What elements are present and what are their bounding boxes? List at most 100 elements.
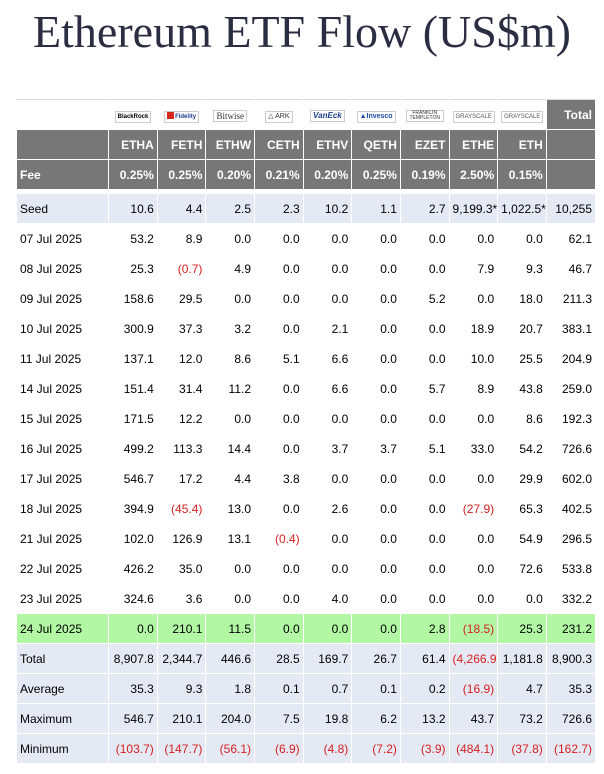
value-cell: 0.0 xyxy=(254,583,304,614)
value-cell: 0.0 xyxy=(302,403,353,434)
value-cell: 53.2 xyxy=(108,223,158,254)
value-cell: 0.0 xyxy=(448,523,499,554)
value-cell: 2.7 xyxy=(399,193,450,224)
table-row: 22 Jul 2025 426.2 35.0 0.0 0.0 0.0 0.0 0.0 0.0 72… xyxy=(15,553,597,584)
ticker-corner xyxy=(15,129,110,160)
value-cell: 0.0 xyxy=(205,223,256,254)
value-cell: 1,181.8 xyxy=(497,643,547,674)
value-cell: 0.0 xyxy=(399,313,450,344)
row-total-cell: 533.8 xyxy=(545,553,597,584)
value-cell: 0.0 xyxy=(351,313,401,344)
table-row: 17 Jul 2025 546.7 17.2 4.4 3.8 0.0 0.0 0.0 0.0 29… xyxy=(15,463,597,494)
value-cell: 9,199.3* xyxy=(448,193,499,224)
value-cell: 0.0 xyxy=(351,613,401,644)
value-cell: 3.8 xyxy=(254,463,304,494)
value-cell: 7.5 xyxy=(254,703,304,734)
row-total-cell: 726.6 xyxy=(545,433,597,464)
value-cell: 426.2 xyxy=(108,553,158,584)
value-cell: 12.0 xyxy=(156,343,207,374)
value-cell: 0.0 xyxy=(351,523,401,554)
summary-row: Maximum 546.7 210.1 204.0 7.5 19.8 6.2 13.2 43.7… xyxy=(15,703,597,734)
value-cell: 0.0 xyxy=(448,223,499,254)
ticker-total-cell xyxy=(545,129,597,160)
table-row: 16 Jul 2025 499.2 113.3 14.4 0.0 3.7 3.7 5.1 33.… xyxy=(15,433,597,464)
value-cell: 31.4 xyxy=(156,373,207,404)
row-total-cell: 46.7 xyxy=(545,253,597,284)
value-cell: 0.0 xyxy=(302,613,353,644)
fidelity-logo: Fidelity xyxy=(164,110,200,123)
value-cell: 17.2 xyxy=(156,463,207,494)
value-cell: 11.2 xyxy=(205,373,256,404)
row-label: 17 Jul 2025 xyxy=(15,463,110,494)
value-cell: 0.0 xyxy=(399,553,450,584)
summary-row: Minimum (103.7) (147.7) (56.1) (6.9) (4.8) (7.… xyxy=(15,733,597,764)
logo-cell: BlackRock xyxy=(108,99,158,130)
corner-cell xyxy=(15,99,110,130)
row-label: Minimum xyxy=(15,733,110,764)
value-cell: (37.8) xyxy=(497,733,547,764)
value-cell: 2.5 xyxy=(205,193,256,224)
fee-total-cell xyxy=(545,159,597,190)
value-cell: 0.0 xyxy=(351,253,401,284)
value-cell: 171.5 xyxy=(108,403,158,434)
value-cell: (6.9) xyxy=(254,733,304,764)
value-cell: (484.1) xyxy=(448,733,499,764)
table-row: 18 Jul 2025 394.9 (45.4) 13.0 0.0 2.6 0.0 0.0 (2… xyxy=(15,493,597,524)
value-cell: 13.2 xyxy=(399,703,450,734)
table-row: 24 Jul 2025 0.0 210.1 11.5 0.0 0.0 0.0 2.8 (18.5… xyxy=(15,613,597,644)
value-cell: 0.0 xyxy=(399,493,450,524)
value-cell: 10.0 xyxy=(448,343,499,374)
value-cell: 3.7 xyxy=(302,433,353,464)
value-cell: 11.5 xyxy=(205,613,256,644)
value-cell: (27.9) xyxy=(448,493,499,524)
value-cell: 0.0 xyxy=(399,523,450,554)
invesco-logo-text: Invesco xyxy=(366,112,393,120)
value-cell: 4.4 xyxy=(205,463,256,494)
row-total-cell: 259.0 xyxy=(545,373,597,404)
value-cell: 5.1 xyxy=(399,433,450,464)
value-cell: 499.2 xyxy=(108,433,158,464)
logo-cell: FRANKLIN TEMPLETON xyxy=(399,99,450,130)
value-cell: 9.3 xyxy=(156,673,207,704)
ticker-cell: ETHV xyxy=(302,129,353,160)
table-row: 11 Jul 2025 137.1 12.0 8.6 5.1 6.6 0.0 0.0 10.0 2… xyxy=(15,343,597,374)
value-cell: 0.0 xyxy=(254,253,304,284)
value-cell: 28.5 xyxy=(254,643,304,674)
ticker-cell: ETHA xyxy=(108,129,158,160)
logo-cell: VanEck xyxy=(302,99,353,130)
value-cell: 0.0 xyxy=(108,613,158,644)
value-cell: 10.2 xyxy=(302,193,353,224)
value-cell: 0.0 xyxy=(205,283,256,314)
row-total-cell: 8,900.3 xyxy=(545,643,597,674)
value-cell: 0.2 xyxy=(399,673,450,704)
row-label: Average xyxy=(15,673,110,704)
value-cell: 10.6 xyxy=(108,193,158,224)
row-label: Total xyxy=(15,643,110,674)
value-cell: 2.6 xyxy=(302,493,353,524)
row-label: 21 Jul 2025 xyxy=(15,523,110,554)
value-cell: 126.9 xyxy=(156,523,207,554)
row-total-cell: 211.3 xyxy=(545,283,597,314)
value-cell: 0.0 xyxy=(254,403,304,434)
value-cell: 43.8 xyxy=(497,373,547,404)
table-row: 07 Jul 2025 53.2 8.9 0.0 0.0 0.0 0.0 0.0 0.0 0.0 6… xyxy=(15,223,597,254)
ticker-cell: CETH xyxy=(254,129,304,160)
value-cell: 9.3 xyxy=(497,253,547,284)
value-cell: 25.5 xyxy=(497,343,547,374)
value-cell: 2.1 xyxy=(302,313,353,344)
table-row: 15 Jul 2025 171.5 12.2 0.0 0.0 0.0 0.0 0.0 0.0 8.… xyxy=(15,403,597,434)
row-label: 15 Jul 2025 xyxy=(15,403,110,434)
logo-row: BlackRock Fidelity Bitwise △ ARK VanEck … xyxy=(15,99,597,130)
value-cell: 8.9 xyxy=(156,223,207,254)
value-cell: 6.6 xyxy=(302,343,353,374)
row-label: 10 Jul 2025 xyxy=(15,313,110,344)
value-cell: 5.2 xyxy=(399,283,450,314)
value-cell: 72.6 xyxy=(497,553,547,584)
value-cell: 0.0 xyxy=(399,343,450,374)
value-cell: 151.4 xyxy=(108,373,158,404)
row-label: 07 Jul 2025 xyxy=(15,223,110,254)
value-cell: 0.0 xyxy=(497,223,547,254)
ticker-cell: ETHW xyxy=(205,129,256,160)
value-cell: 2.3 xyxy=(254,193,304,224)
value-cell: (0.7) xyxy=(156,253,207,284)
